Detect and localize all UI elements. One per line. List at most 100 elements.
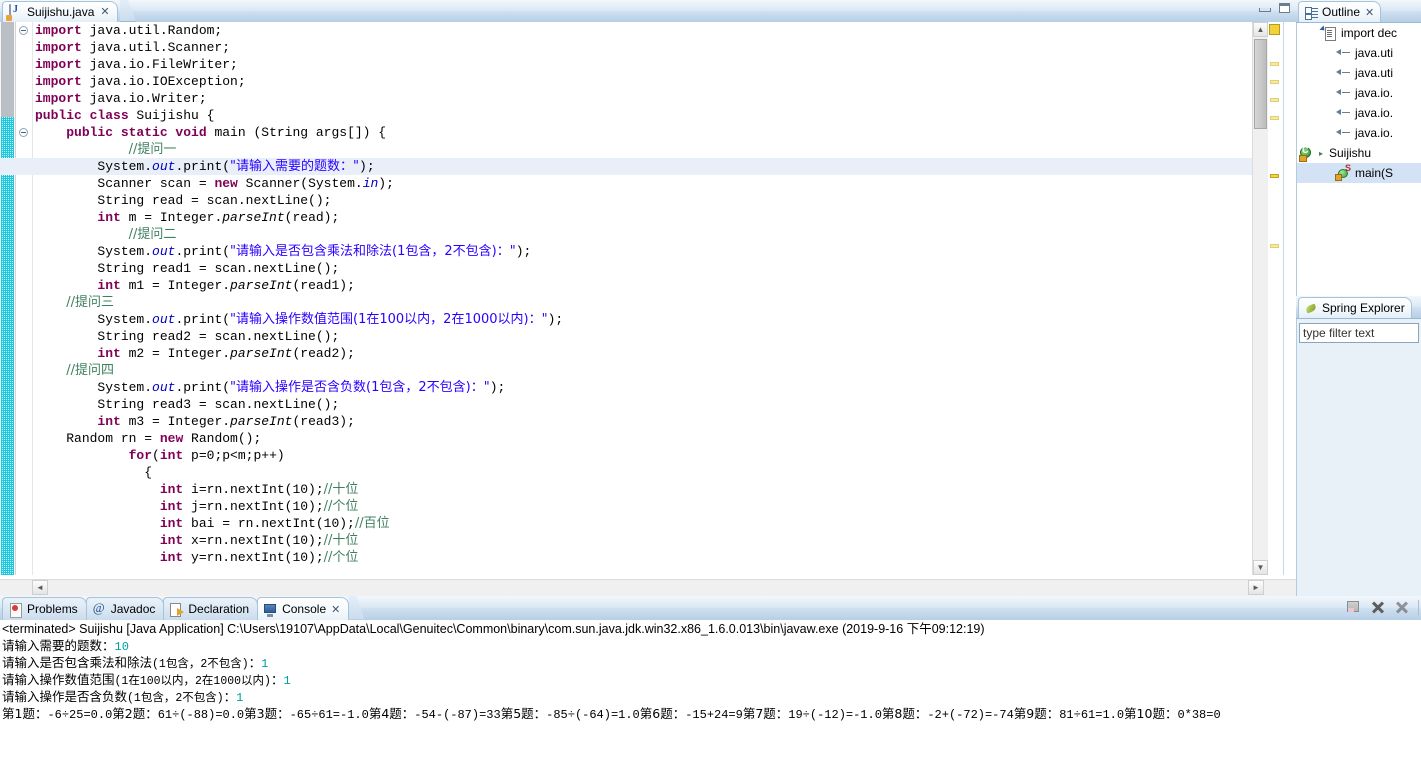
expand-arrow-icon[interactable]: ▸ <box>1319 149 1327 158</box>
code-line[interactable]: for(int p=0;p<m;p++) <box>33 447 1253 464</box>
code-line[interactable]: System.out.print("请输入是否包含乘法和除法(1包含，2不包含)… <box>33 243 1253 260</box>
code-line[interactable]: int i=rn.nextInt(10);//十位 <box>33 481 1253 498</box>
import-icon <box>1335 45 1351 61</box>
code-line[interactable]: //提问四 <box>33 362 1253 379</box>
editor-vertical-scrollbar[interactable]: ▲ ▼ <box>1252 22 1268 575</box>
scroll-up-icon[interactable]: ▲ <box>1253 22 1268 37</box>
console-tab-label: Javadoc <box>110 602 156 616</box>
outline-item[interactable]: main(S <box>1297 163 1421 183</box>
close-icon[interactable]: ✕ <box>1365 6 1374 19</box>
editor-tab-strip: Suijishu.java ✕ <box>0 0 1296 23</box>
maximize-icon[interactable] <box>1278 3 1292 15</box>
overview-ruler[interactable] <box>1266 22 1284 575</box>
quick-diff-ruler <box>0 22 16 575</box>
code-line[interactable]: System.out.print("请输入操作数值范围(1在100以内，2在10… <box>33 311 1253 328</box>
code-line[interactable]: int m1 = Integer.parseInt(read1); <box>33 277 1253 294</box>
code-line[interactable]: import java.io.IOException; <box>33 73 1253 90</box>
code-editor-area[interactable]: import java.util.Random; import java.util… <box>0 22 1296 575</box>
code-line[interactable]: import java.util.Scanner; <box>33 39 1253 56</box>
view-tab-spring-explorer[interactable]: Spring Explorer <box>1298 297 1412 318</box>
code-line[interactable]: //提问一 <box>33 141 1253 158</box>
console-toolbar <box>1346 599 1419 615</box>
close-icon[interactable]: ✕ <box>100 6 109 18</box>
code-line[interactable]: public class Suijishu { <box>33 107 1253 124</box>
code-line[interactable]: int m3 = Integer.parseInt(read3); <box>33 413 1253 430</box>
editor-tab-suijishu[interactable]: Suijishu.java ✕ <box>2 1 118 22</box>
code-line[interactable]: import java.io.FileWriter; <box>33 56 1253 73</box>
code-line[interactable]: String read2 = scan.nextLine(); <box>33 328 1253 345</box>
editor-horizontal-scrollbar[interactable]: ◄ ► <box>0 579 1296 596</box>
overview-marker[interactable] <box>1270 244 1279 248</box>
source-code[interactable]: import java.util.Random; import java.util… <box>0 22 1265 575</box>
terminate-icon[interactable] <box>1370 599 1386 615</box>
console-tab-problems[interactable]: Problems <box>2 597 87 620</box>
filter-input[interactable]: type filter text <box>1299 323 1419 343</box>
fold-toggle-icon[interactable] <box>19 26 28 35</box>
console-tab-declaration[interactable]: Declaration <box>163 597 259 620</box>
console-tab-label: Console <box>282 602 327 616</box>
overview-marker[interactable] <box>1270 98 1279 102</box>
scroll-down-icon[interactable]: ▼ <box>1253 560 1268 575</box>
scroll-left-icon[interactable]: ◄ <box>32 580 48 595</box>
view-tab-outline[interactable]: Outline ✕ <box>1298 1 1382 22</box>
outline-item[interactable]: java.uti <box>1297 63 1421 83</box>
outline-item-label: java.io. <box>1355 106 1394 120</box>
overview-marker[interactable] <box>1270 116 1279 120</box>
console-prompt-line: 请输入是否包含乘法和除法(1包含，2不包含)：1 <box>2 655 269 671</box>
code-line[interactable]: System.out.print("请输入需要的题数："); <box>0 158 1265 175</box>
spring-explorer-panel: Spring Explorer type filter text <box>1296 296 1421 597</box>
code-line[interactable]: int x=rn.nextInt(10);//十位 <box>33 532 1253 549</box>
outline-item[interactable]: java.io. <box>1297 123 1421 143</box>
console-prompt-line: 请输入操作是否含负数(1包含，2不包含)：1 <box>2 689 244 705</box>
code-line[interactable]: public static void main (String args[]) … <box>33 124 1253 141</box>
code-line[interactable]: //提问三 <box>33 294 1253 311</box>
folding-ruler[interactable] <box>16 22 33 575</box>
code-line[interactable]: int m = Integer.parseInt(read); <box>33 209 1253 226</box>
fold-toggle-icon[interactable] <box>19 128 28 137</box>
code-line[interactable]: //提问二 <box>33 226 1253 243</box>
problems-icon <box>8 602 23 618</box>
overview-marker[interactable] <box>1270 62 1279 66</box>
console-output[interactable]: <terminated> Suijishu [Java Application]… <box>0 620 1421 784</box>
minimize-icon[interactable] <box>1258 3 1272 15</box>
code-line[interactable]: System.out.print("请输入操作是否含负数(1包含，2不包含)："… <box>33 379 1253 396</box>
code-line[interactable]: String read3 = scan.nextLine(); <box>33 396 1253 413</box>
code-line[interactable]: int bai = rn.nextInt(10);//百位 <box>33 515 1253 532</box>
outline-item-label: import dec <box>1341 26 1398 40</box>
close-icon[interactable]: ✕ <box>331 603 340 616</box>
clear-console-icon[interactable] <box>1346 599 1362 615</box>
overview-status-indicator <box>1269 24 1280 35</box>
scrollbar-thumb[interactable] <box>1254 39 1267 129</box>
toolbar-divider <box>1418 599 1419 615</box>
outline-item[interactable]: java.uti <box>1297 43 1421 63</box>
quick-diff-unchanged <box>1 22 14 117</box>
import-icon <box>1335 105 1351 121</box>
editor-panel: Suijishu.java ✕ import java.util.Random;… <box>0 0 1296 596</box>
code-line[interactable]: String read1 = scan.nextLine(); <box>33 260 1253 277</box>
outline-item[interactable]: import dec <box>1297 23 1421 43</box>
code-line[interactable]: import java.util.Random; <box>33 22 1253 39</box>
leaf-icon <box>1305 302 1318 315</box>
outline-item[interactable]: java.io. <box>1297 103 1421 123</box>
outline-tab-label: Outline <box>1322 5 1361 19</box>
overview-marker[interactable] <box>1270 174 1279 178</box>
code-line[interactable]: int j=rn.nextInt(10);//个位 <box>33 498 1253 515</box>
outline-tree[interactable]: import dec java.uti java.uti java.io. java.i… <box>1296 23 1421 297</box>
overview-marker[interactable] <box>1270 80 1279 84</box>
remove-all-terminated-icon[interactable] <box>1394 599 1410 615</box>
code-line[interactable]: { <box>33 464 1253 481</box>
code-line[interactable]: String read = scan.nextLine(); <box>33 192 1253 209</box>
console-tab-console[interactable]: Console ✕ <box>257 597 350 620</box>
console-tab-label: Problems <box>27 602 78 616</box>
imports-icon <box>1319 25 1337 41</box>
outline-item[interactable]: ▸Suijishu <box>1297 143 1421 163</box>
outline-item[interactable]: java.io. <box>1297 83 1421 103</box>
scroll-right-icon[interactable]: ► <box>1248 580 1264 595</box>
console-icon <box>263 602 278 617</box>
code-line[interactable]: import java.io.Writer; <box>33 90 1253 107</box>
console-tab-javadoc[interactable]: Javadoc <box>85 597 165 620</box>
code-line[interactable]: Scanner scan = new Scanner(System.in); <box>33 175 1253 192</box>
code-line[interactable]: int y=rn.nextInt(10);//个位 <box>33 549 1253 566</box>
code-line[interactable]: Random rn = new Random(); <box>33 430 1253 447</box>
code-line[interactable]: int m2 = Integer.parseInt(read2); <box>33 345 1253 362</box>
